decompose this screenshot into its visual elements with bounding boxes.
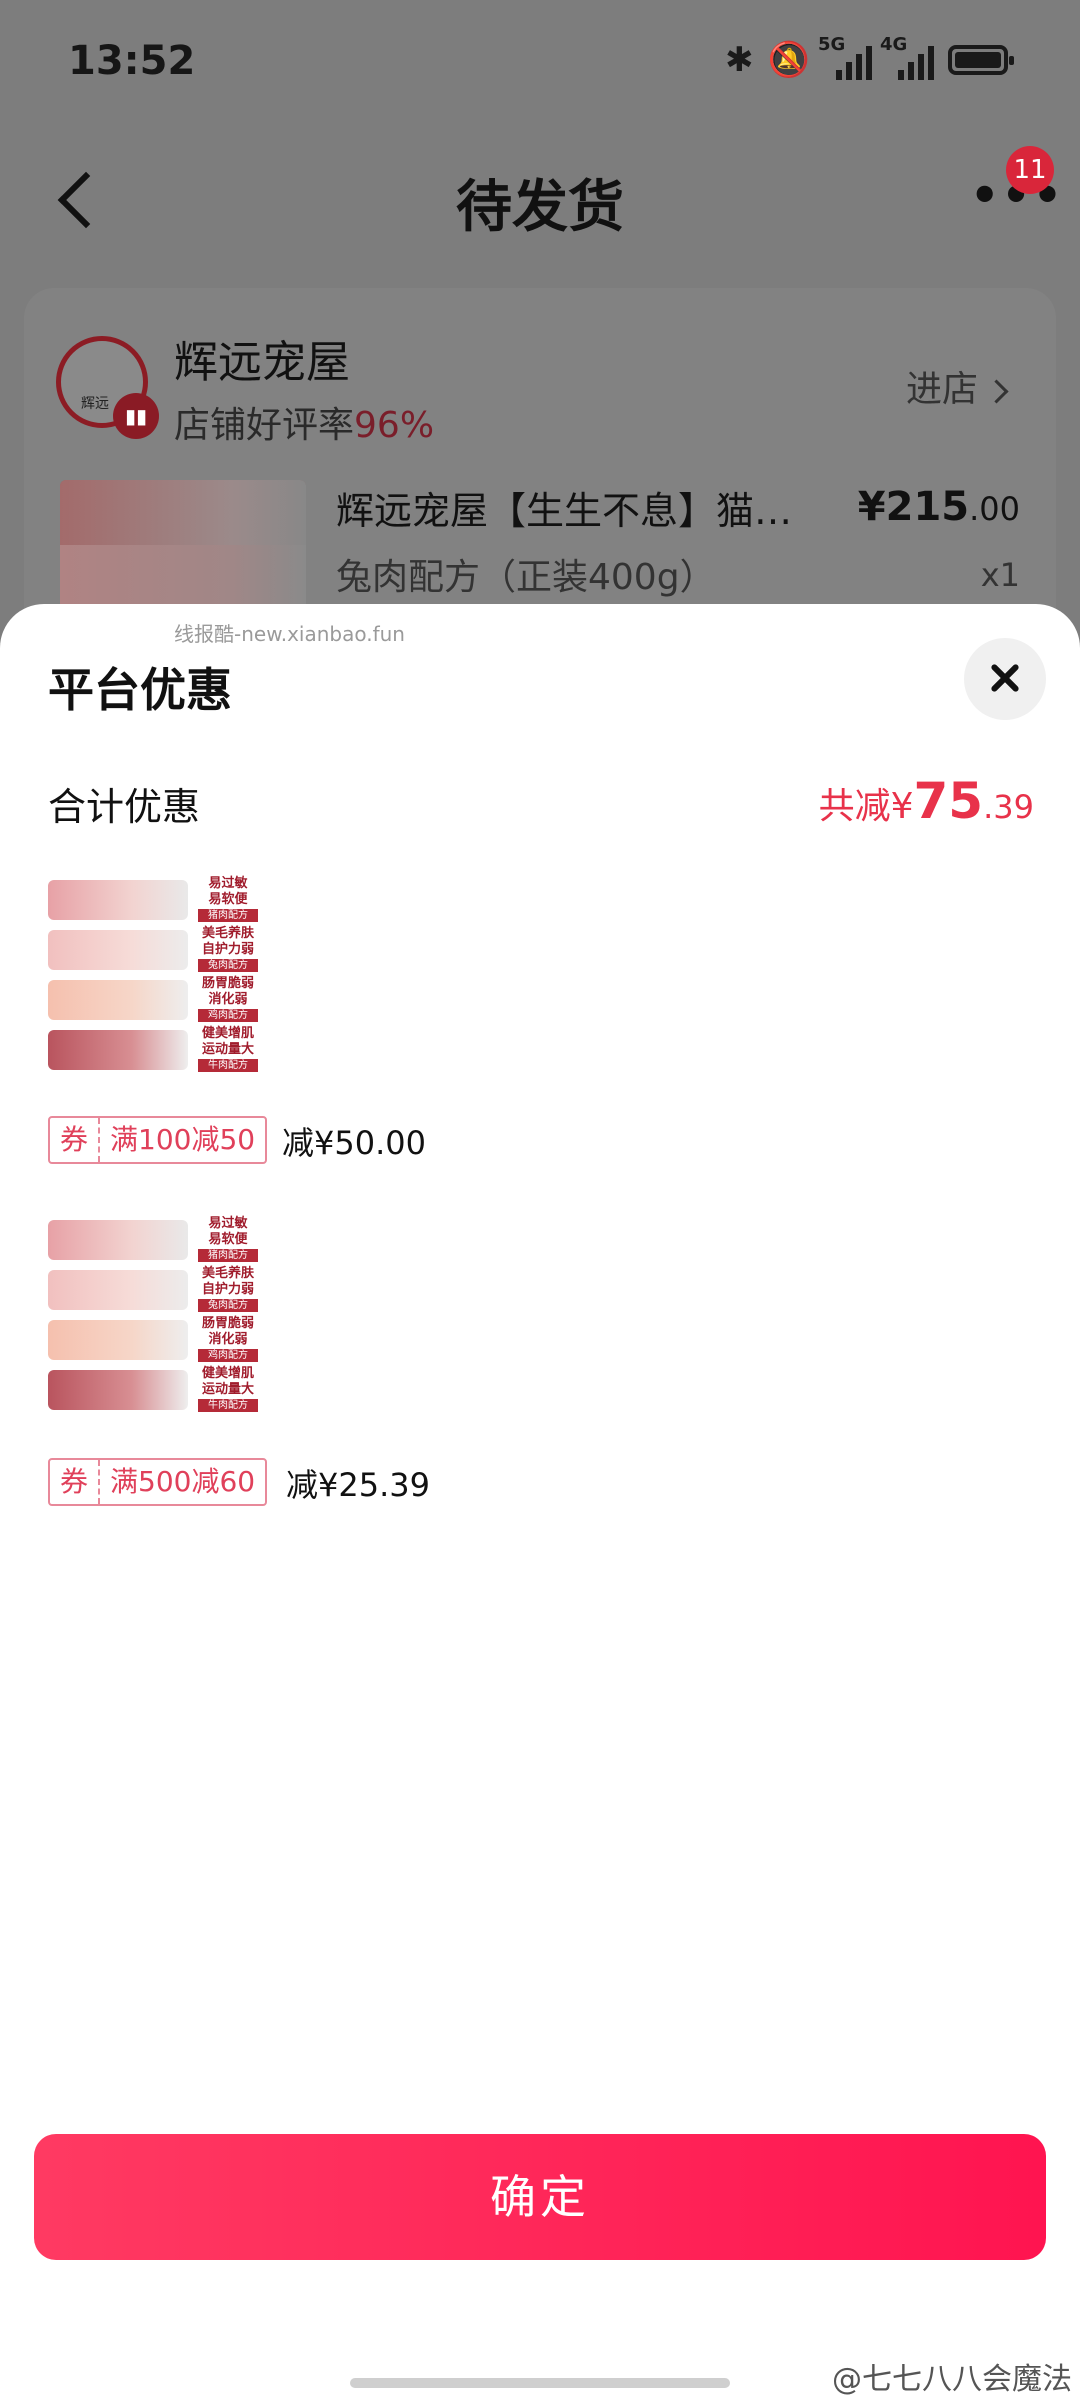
watermark: 线报酷-new.xianbao.fun [174, 622, 405, 646]
coupon-label: 券 [50, 1460, 101, 1504]
coupon-tag: 券 满100减50 [48, 1116, 268, 1164]
home-indicator[interactable] [350, 2378, 730, 2388]
sheet-title: 平台优惠 [48, 663, 232, 717]
battery-icon [948, 45, 1014, 75]
total-discount-label: 合计优惠 [48, 785, 201, 829]
notification-badge: 11 [1006, 146, 1054, 194]
coupon-rule: 满500减60 [110, 1465, 256, 1498]
coupon-tag: 券 满500减60 [48, 1458, 268, 1506]
tag-3: 肠胃脆弱 消化弱 鸡肉配方 [198, 1316, 258, 1362]
product-quantity: x1 [980, 556, 1020, 594]
weibo-watermark: @七七八八会魔法 [832, 2362, 1072, 2397]
product-title[interactable]: 辉远宠屋【生生不息】猫… [336, 480, 836, 535]
shop-logo-text: 辉远 [81, 396, 109, 412]
total-int: 75 [913, 772, 984, 830]
confirm-button[interactable]: 确定 [34, 2134, 1046, 2260]
total-yen: ¥ [890, 786, 914, 827]
enter-shop-link[interactable]: 进店 [906, 360, 1005, 412]
tag-1: 易过敏 易软便 猪肉配方 [198, 1216, 258, 1262]
total-prefix: 共减 [818, 786, 891, 827]
discount-sheet: 线报酷-new.xianbao.fun 平台优惠 合计优惠 共减¥75.39 易… [0, 604, 1080, 2403]
close-icon[interactable] [964, 638, 1046, 720]
deal-amount: 减¥25.39 [286, 1466, 430, 1504]
tag-4: 健美增肌 运动量大 牛肉配方 [198, 1026, 258, 1072]
product-spec: 兔肉配方（正装400g） [336, 557, 716, 598]
tag-1: 易过敏 易软便 猪肉配方 [198, 876, 258, 922]
tag-4: 健美增肌 运动量大 牛肉配方 [198, 1366, 258, 1412]
deal-product-image: 易过敏 易软便 猪肉配方 美毛养肤 自护力弱 兔肉配方 肠胃脆弱 消化弱 鸡肉配方 健美增肌… [48, 1216, 258, 1416]
coupon-label: 券 [50, 1118, 101, 1162]
cellular-4g-icon: 4G [880, 34, 934, 80]
total-discount-amount: 共减¥75.39 [819, 772, 1034, 830]
bluetooth-icon: ✱ [725, 40, 754, 80]
cellular-5g-icon: 5G [818, 34, 872, 80]
rating-value: 96% [354, 405, 435, 446]
shop-rating: 店铺好评率96% [174, 396, 434, 448]
status-bar: 13:52 ✱ 🔕 5G 4G [0, 0, 1080, 130]
shop-name[interactable]: 辉远宠屋 [174, 326, 350, 390]
tag-2: 美毛养肤 自护力弱 兔肉配方 [198, 926, 258, 972]
rating-label: 店铺好评率 [174, 405, 355, 446]
product-thumbnail[interactable] [60, 480, 306, 610]
status-icons: ✱ 🔕 5G 4G [725, 34, 1014, 80]
page-title: 待发货 [456, 175, 624, 240]
deal-amount: 减¥50.00 [282, 1124, 426, 1162]
shop-logo[interactable]: 辉远 ▮▮ [56, 336, 159, 439]
tag-2: 美毛养肤 自护力弱 兔肉配方 [198, 1266, 258, 1312]
product-price: ¥215.00 [858, 484, 1020, 530]
coupon-rule: 满100减50 [110, 1123, 256, 1156]
shop-chart-icon: ▮▮ [113, 393, 159, 439]
deal-product-image: 易过敏 易软便 猪肉配方 美毛养肤 自护力弱 兔肉配方 肠胃脆弱 消化弱 鸡肉配方 健美增肌… [48, 876, 258, 1076]
price-decimal: .00 [969, 490, 1020, 528]
tag-3: 肠胃脆弱 消化弱 鸡肉配方 [198, 976, 258, 1022]
mute-bell-icon: 🔕 [767, 40, 810, 80]
status-time: 13:52 [68, 38, 196, 84]
total-dec: .39 [983, 788, 1034, 826]
price-main: ¥215 [857, 484, 970, 530]
